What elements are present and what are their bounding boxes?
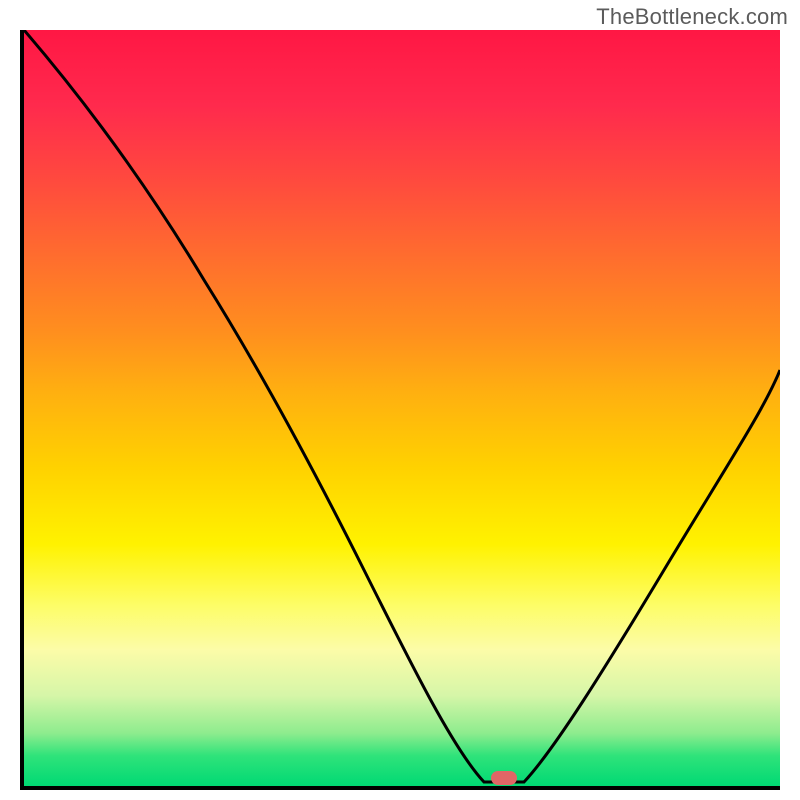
chart-container: TheBottleneck.com — [0, 0, 800, 800]
optimum-marker — [491, 771, 517, 785]
bottleneck-curve — [24, 30, 780, 786]
curve-path — [24, 30, 780, 782]
plot-area — [20, 30, 780, 790]
watermark-text: TheBottleneck.com — [596, 4, 788, 30]
